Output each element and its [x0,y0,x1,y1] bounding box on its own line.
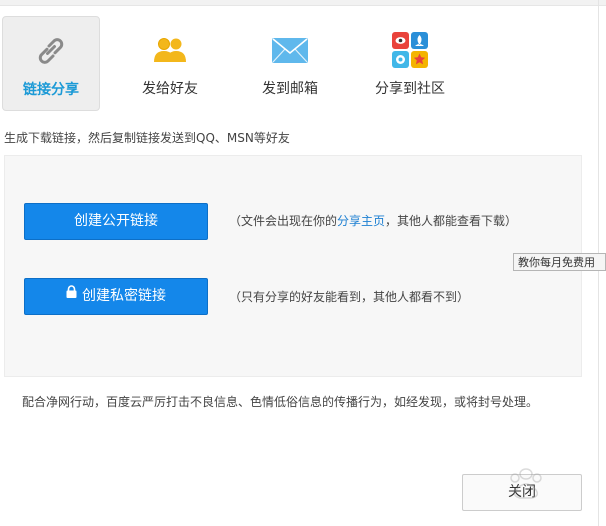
friends-icon [150,32,190,68]
button-label: 创建公开链接 [74,213,158,229]
create-public-link-button[interactable]: 创建公开链接 [24,203,208,240]
community-icon [390,32,430,68]
share-homepage-link[interactable]: 分享主页 [337,214,385,228]
share-tabs: 链接分享 发给好友 发到邮箱 分享到社区 [0,16,520,112]
tab-link-share[interactable]: 链接分享 [2,16,100,111]
tab-label: 链接分享 [23,82,79,98]
public-link-note: （文件会出现在你的分享主页，其他人都能查看下载） [229,212,517,229]
tab-share-community[interactable]: 分享到社区 [361,16,459,109]
tab-label: 分享到社区 [375,81,445,97]
note-prefix: （文件会出现在你的 [229,214,338,228]
note-suffix: ，其他人都能查看下载） [385,214,518,228]
tab-send-email[interactable]: 发到邮箱 [242,16,338,109]
link-icon [31,33,71,69]
tab-send-friends[interactable]: 发给好友 [122,16,218,109]
policy-notice: 配合净网行动，百度云严厉打击不良信息、色情低俗信息的传播行为，如经发现，或将封号… [22,395,539,409]
private-link-note: （只有分享的好友能看到，其他人都看不到） [229,290,470,304]
tab-label: 发到邮箱 [262,81,318,97]
promo-tooltip[interactable]: 教你每月免费用 [513,253,606,271]
email-icon [270,32,310,68]
button-label: 创建私密链接 [82,288,166,304]
tab-label: 发给好友 [142,81,198,97]
watermark-logo [466,462,586,512]
lock-icon [66,277,77,312]
share-description: 生成下载链接，然后复制链接发送到QQ、MSN等好友 [4,131,290,145]
link-options-panel: 创建公开链接 （文件会出现在你的分享主页，其他人都能查看下载） 创建私密链接 （… [4,155,582,377]
dialog-top-border [0,0,606,6]
create-private-link-button[interactable]: 创建私密链接 [24,278,208,315]
